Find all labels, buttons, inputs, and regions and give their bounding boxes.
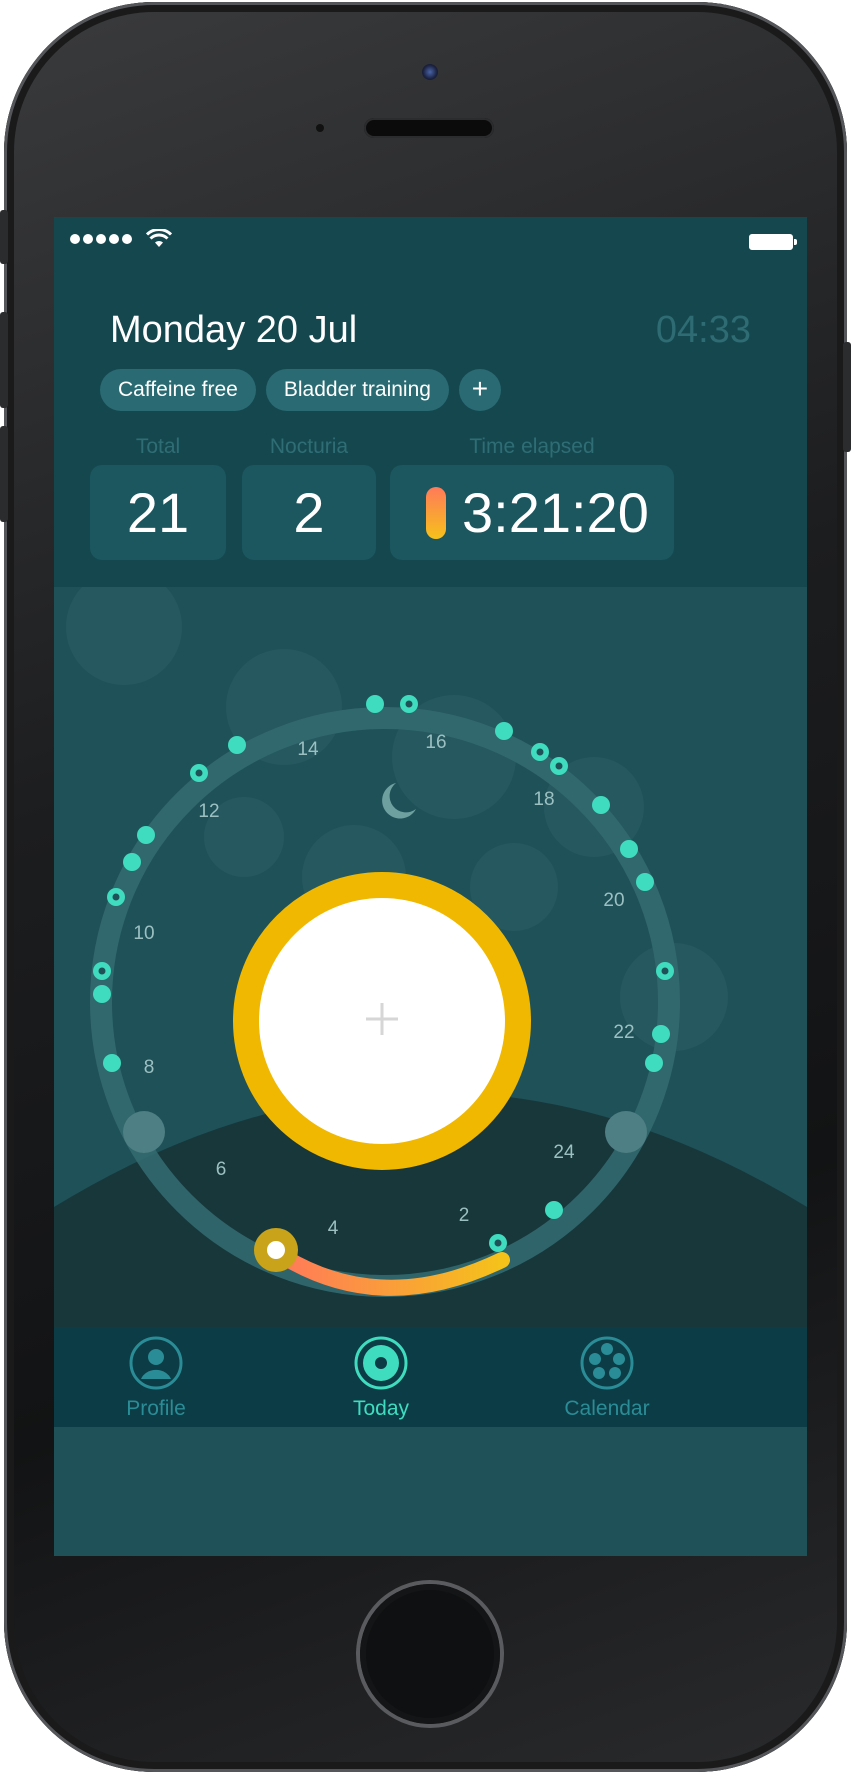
battery-icon (749, 234, 797, 250)
mute-switch (0, 210, 8, 264)
app-screen: Monday 20 Jul 04:33 Caffeine free Bladde… (54, 217, 807, 1556)
proximity-sensor (316, 124, 324, 132)
void-event[interactable] (93, 985, 111, 1003)
sleep-start-marker[interactable] (123, 1111, 165, 1153)
day-clock: 2 4 6 8 10 12 14 16 18 20 22 24 (54, 587, 807, 1327)
page-title: Monday 20 Jul (110, 309, 358, 351)
nocturia-value[interactable]: 2 (242, 465, 376, 560)
wifi-icon (146, 229, 172, 247)
nocturia-label: Nocturia (269, 435, 349, 458)
tag-chips: Caffeine free Bladder training + (100, 369, 501, 411)
current-time: 04:33 (655, 309, 751, 351)
void-event[interactable] (620, 840, 638, 858)
hour-label-20: 20 (603, 890, 624, 911)
tab-today[interactable]: Today (311, 1335, 451, 1421)
tab-profile[interactable]: Profile (86, 1335, 226, 1421)
elapsed-progress-bar (426, 487, 446, 539)
tab-bar: Profile Today Calendar (54, 1327, 807, 1556)
hour-label-14: 14 (297, 739, 319, 760)
hour-label-22: 22 (613, 1022, 634, 1043)
void-event[interactable] (103, 1054, 121, 1072)
home-button[interactable] (360, 1584, 500, 1724)
hour-label-24: 24 (553, 1142, 575, 1163)
void-event[interactable] (366, 695, 384, 713)
hour-label-12: 12 (198, 801, 219, 822)
earpiece-speaker (364, 118, 494, 138)
void-event[interactable] (228, 736, 246, 754)
signal-strength-icon (70, 234, 132, 244)
sleep-end-marker[interactable] (605, 1111, 647, 1153)
void-event[interactable] (123, 853, 141, 871)
tab-today-label: Today (352, 1397, 410, 1420)
today-icon (354, 1336, 408, 1390)
hour-label-10: 10 (133, 923, 154, 944)
void-event[interactable] (137, 826, 155, 844)
void-event[interactable] (592, 796, 610, 814)
power-button (843, 342, 851, 452)
hour-label-16: 16 (425, 732, 446, 753)
tab-calendar[interactable]: Calendar (537, 1335, 677, 1421)
chip-caffeine-free[interactable]: Caffeine free (100, 369, 256, 411)
hour-label-8: 8 (144, 1057, 155, 1078)
phone-frame: Monday 20 Jul 04:33 Caffeine free Bladde… (0, 2, 851, 1772)
status-bar (54, 217, 807, 261)
tab-profile-label: Profile (126, 1397, 186, 1420)
hour-label-4: 4 (328, 1218, 339, 1239)
void-event[interactable] (545, 1201, 563, 1219)
void-event[interactable] (495, 722, 513, 740)
elapsed-label: Time elapsed (469, 435, 595, 458)
void-event[interactable] (645, 1054, 663, 1072)
add-chip-button[interactable]: + (458, 369, 501, 411)
elapsed-box[interactable]: 3:21:20 (390, 465, 674, 560)
total-label: Total (135, 435, 181, 458)
volume-down-button (0, 426, 8, 522)
hour-label-18: 18 (533, 789, 554, 810)
hour-label-2: 2 (459, 1205, 470, 1226)
void-event[interactable] (652, 1025, 670, 1043)
calendar-icon (580, 1336, 634, 1390)
profile-icon (129, 1336, 183, 1390)
volume-up-button (0, 312, 8, 408)
elapsed-value: 3:21:20 (462, 481, 649, 544)
hour-label-6: 6 (216, 1159, 227, 1180)
front-camera (422, 64, 438, 80)
tab-calendar-label: Calendar (564, 1397, 650, 1420)
void-event[interactable] (636, 873, 654, 891)
total-value[interactable]: 21 (90, 465, 226, 560)
today-header: Monday 20 Jul 04:33 Caffeine free Bladde… (54, 217, 807, 587)
chip-bladder-training[interactable]: Bladder training (265, 369, 449, 411)
